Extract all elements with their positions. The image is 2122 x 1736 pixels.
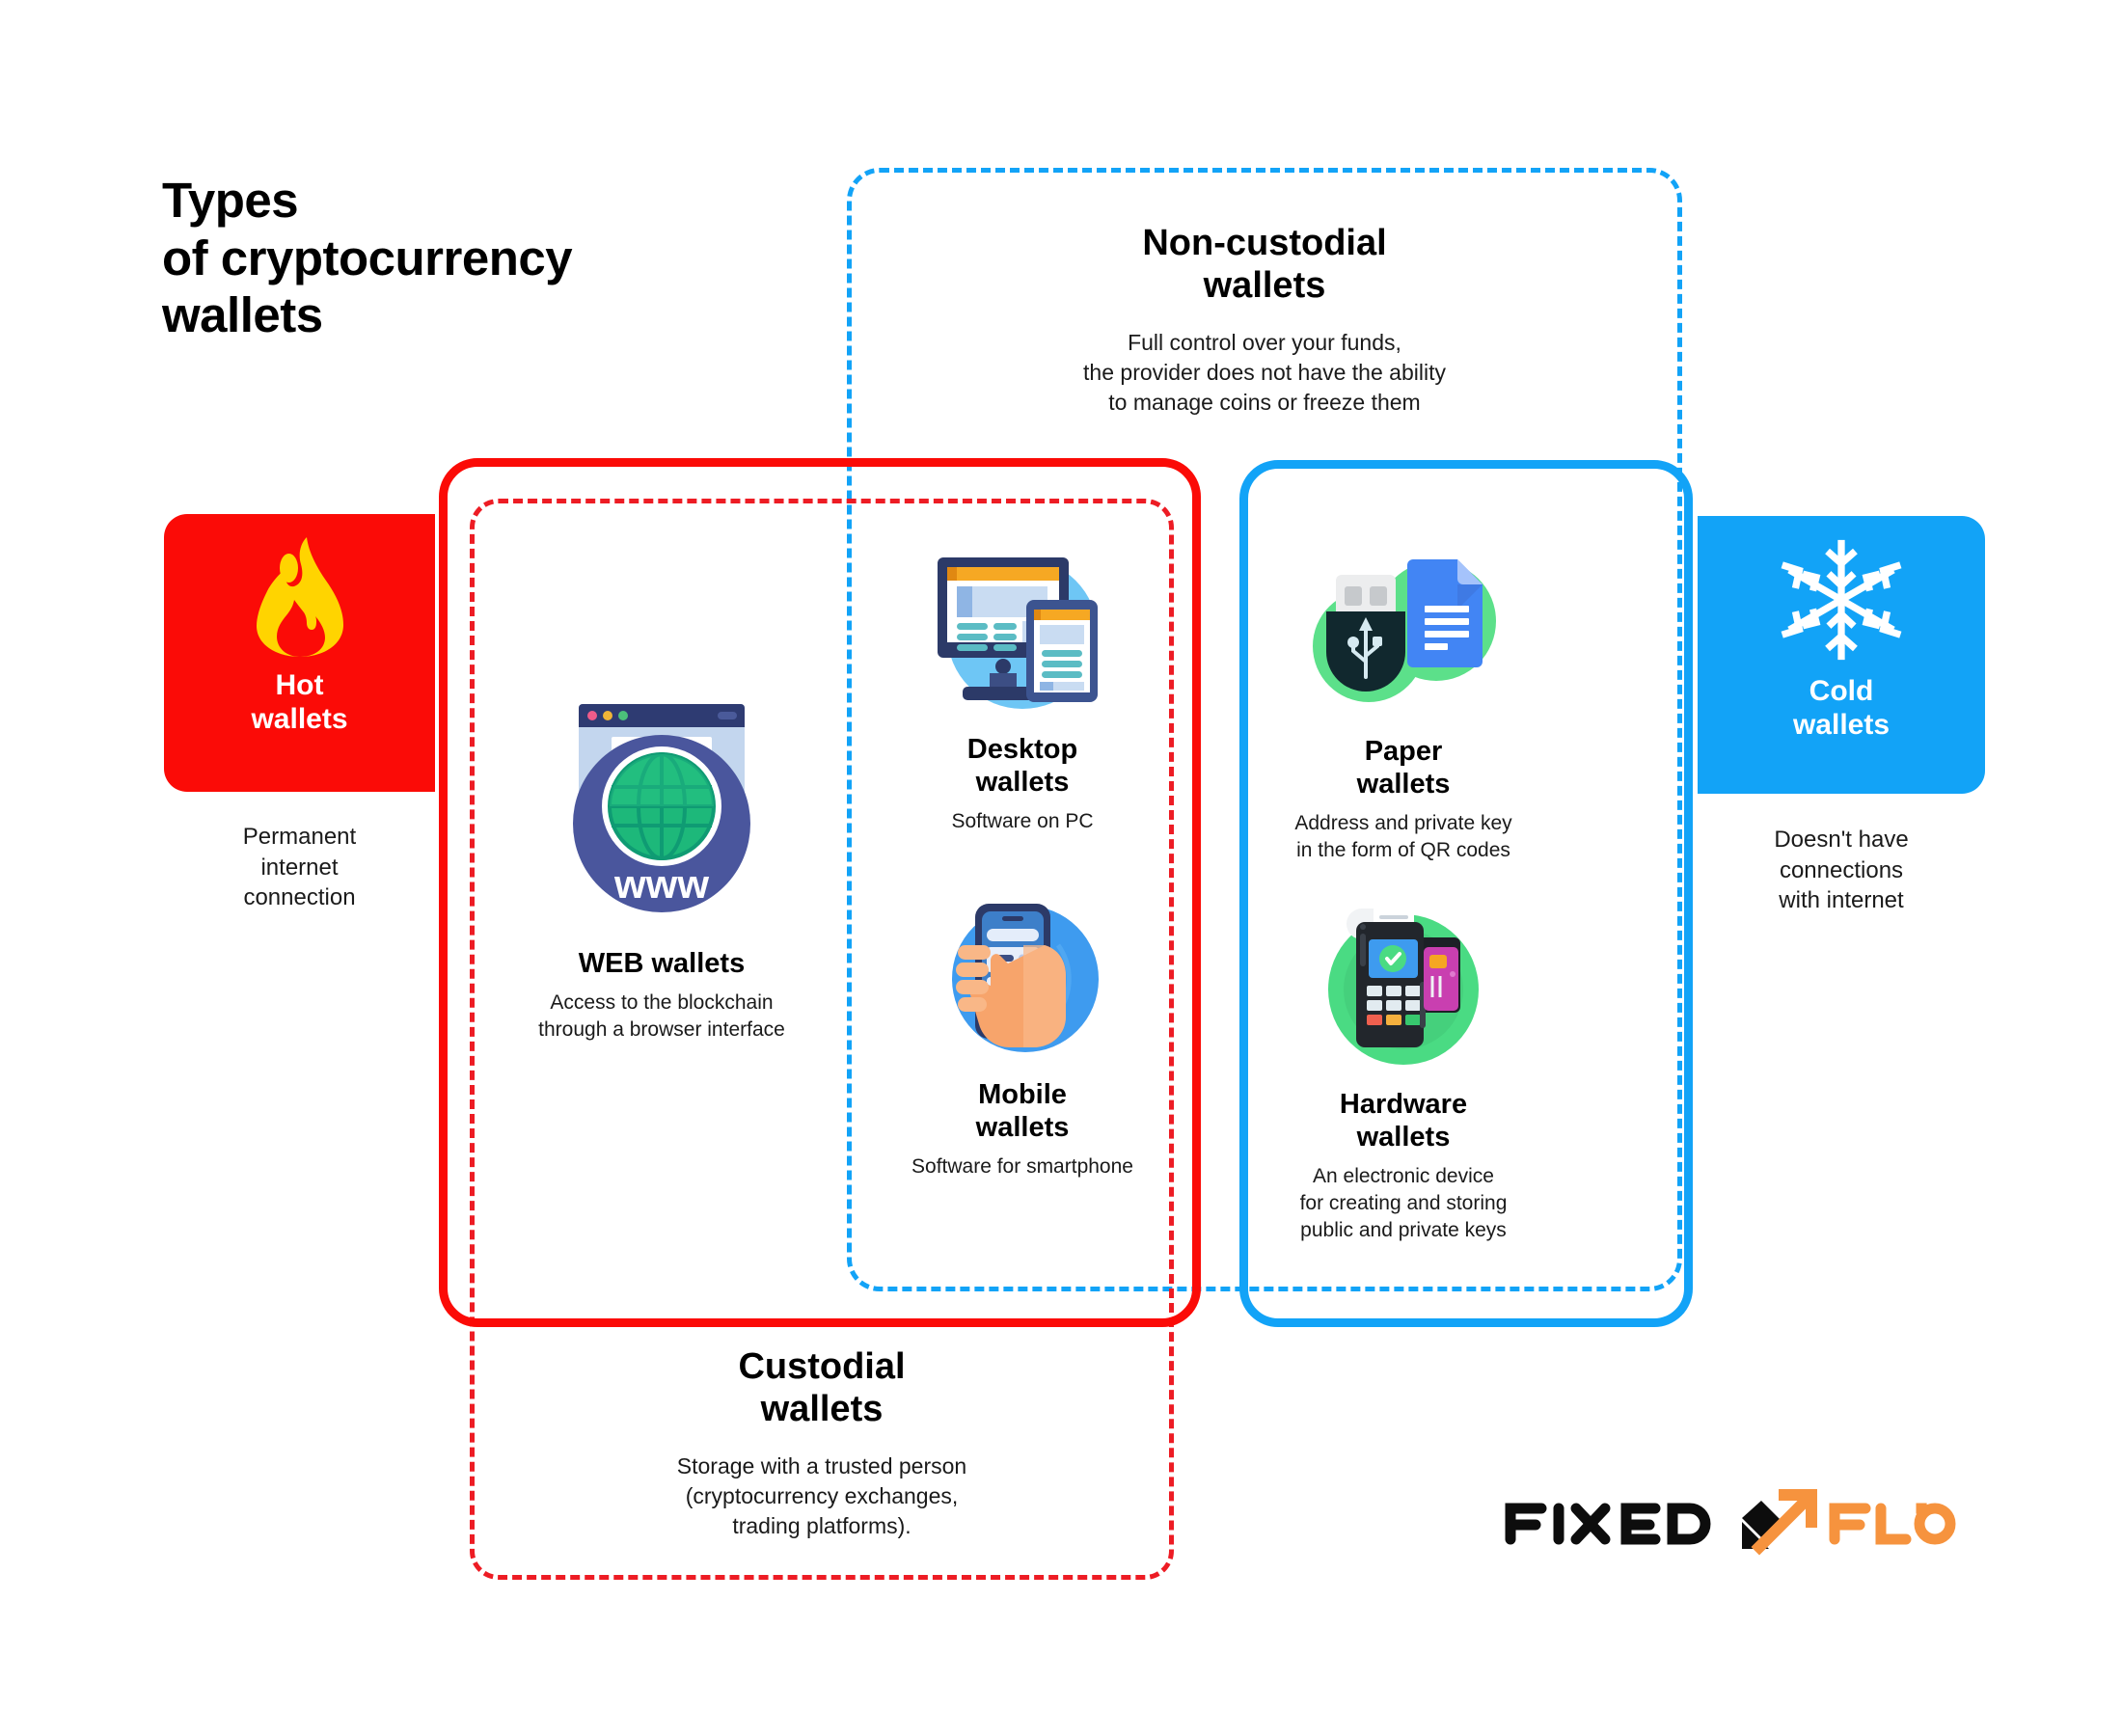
- card-desktop-title: Desktop wallets: [966, 734, 1078, 798]
- card-web-wallets: www WEB wallets Access to the blockchain…: [517, 687, 806, 1044]
- cold-wallets-badge: Cold wallets: [1698, 516, 1985, 794]
- card-web-title: WEB wallets: [578, 948, 746, 979]
- custodial-description: Storage with a trusted person (cryptocur…: [676, 1453, 967, 1538]
- snowflake-icon: [1779, 537, 1904, 667]
- card-web-description: Access to the blockchain through a brows…: [538, 990, 785, 1041]
- custodial-title: Custodial wallets: [738, 1346, 906, 1430]
- cold-wallets-label: Cold wallets: [1792, 675, 1891, 741]
- hot-wallets-label: Hot wallets: [251, 669, 348, 735]
- card-mobile-wallets: Mobile wallets Software for smartphone: [878, 887, 1167, 1180]
- card-desktop-wallets: Desktop wallets Software on PC: [878, 540, 1167, 835]
- card-hardware-title: Hardware wallets: [1339, 1089, 1468, 1153]
- card-paper-wallets: Paper wallets Address and private key in…: [1254, 542, 1553, 864]
- flame-icon: [249, 535, 351, 664]
- www-label: www: [613, 861, 709, 907]
- hot-wallets-note: Permanent internet connection: [242, 824, 357, 911]
- hand-smartphone-icon: [933, 887, 1112, 1071]
- infographic-canvas: Types of cryptocurrency wallets Hot wall…: [0, 0, 2122, 1736]
- non-custodial-description: Full control over your funds, the provid…: [1083, 330, 1446, 415]
- card-mobile-title: Mobile wallets: [975, 1079, 1070, 1143]
- usb-document-icon: [1309, 542, 1498, 726]
- page-title: Types of cryptocurrency wallets: [162, 173, 573, 343]
- card-hardware-wallets: Hardware wallets An electronic device fo…: [1254, 897, 1553, 1244]
- hot-wallets-badge: Hot wallets: [164, 514, 435, 792]
- card-paper-description: Address and private key in the form of Q…: [1294, 811, 1512, 861]
- card-desktop-description: Software on PC: [951, 809, 1094, 832]
- cold-wallets-note: Doesn't have connections with internet: [1774, 827, 1909, 914]
- fixedfloat-logo[interactable]: FIXED FLOAT: [1503, 1483, 1956, 1560]
- card-hardware-description: An electronic device for creating and st…: [1299, 1164, 1508, 1241]
- browser-globe-www-icon: www: [540, 687, 783, 935]
- non-custodial-title: Non-custodial wallets: [1142, 223, 1387, 307]
- monitor-tablet-icon: [926, 540, 1119, 724]
- card-paper-title: Paper wallets: [1356, 736, 1451, 800]
- card-mobile-description: Software for smartphone: [911, 1154, 1133, 1178]
- pos-terminal-card-icon: [1314, 897, 1493, 1081]
